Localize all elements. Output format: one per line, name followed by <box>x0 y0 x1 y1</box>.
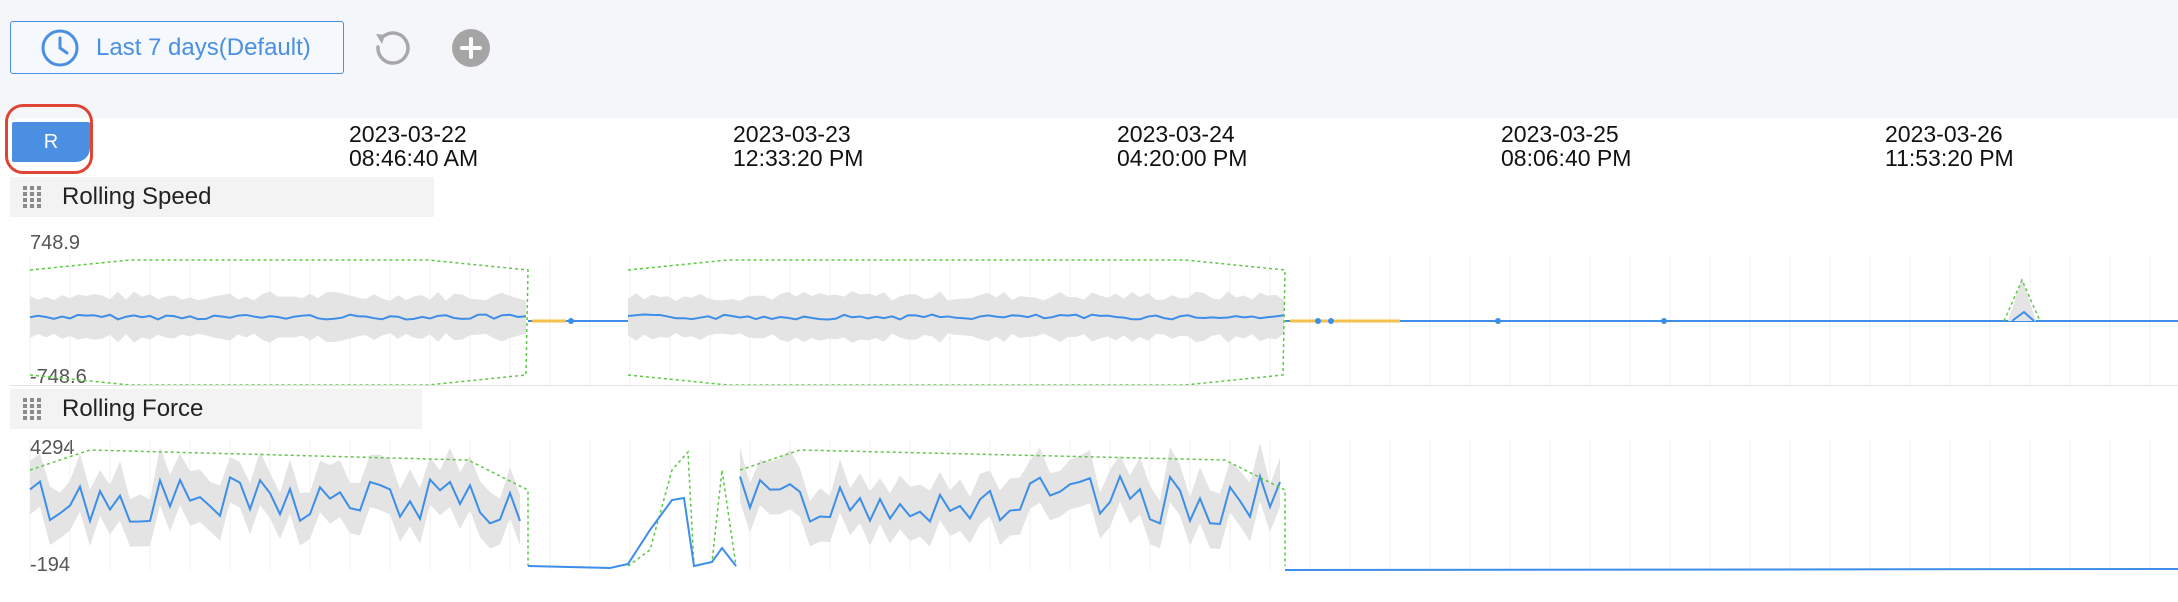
time-label-4: 2023-03-25 08:06:40 PM <box>1501 122 1631 170</box>
add-button[interactable] <box>450 27 492 69</box>
drag-handle-icon[interactable] <box>22 185 42 209</box>
data-point <box>1495 318 1501 324</box>
chart-divider <box>10 385 2178 386</box>
limit-line <box>627 450 737 567</box>
rolling-speed-header: Rolling Speed <box>10 177 434 217</box>
time-range-label: Last 7 days(Default) <box>96 33 311 61</box>
time-label-time: 04:20:00 PM <box>1117 145 1248 171</box>
time-label-3: 2023-03-24 04:20:00 PM <box>1117 122 1247 170</box>
time-label-time: 08:46:40 AM <box>349 145 479 171</box>
data-point <box>1315 318 1321 324</box>
r-button[interactable]: R <box>12 122 90 162</box>
time-label-time: 11:53:20 PM <box>1885 145 2014 171</box>
clock-icon <box>41 29 79 66</box>
data-point <box>568 318 574 324</box>
rolling-force-header: Rolling Force <box>10 389 422 429</box>
drag-handle-icon[interactable] <box>22 397 42 421</box>
series-line <box>1284 568 2178 571</box>
time-label-date: 2023-03-23 <box>733 121 851 147</box>
time-label-time: 12:33:20 PM <box>733 145 864 171</box>
time-label-date: 2023-03-22 <box>349 121 467 147</box>
time-range-button[interactable]: Last 7 days(Default) <box>10 21 344 74</box>
refresh-button[interactable] <box>370 27 412 69</box>
time-label-5: 2023-03-26 11:53:20 PM <box>1885 122 2014 170</box>
time-label-time: 08:06:40 PM <box>1501 145 1632 171</box>
rolling-speed-chart[interactable] <box>0 240 2178 390</box>
time-label-2: 2023-03-23 12:33:20 PM <box>733 122 863 170</box>
data-point <box>1328 318 1334 324</box>
toolbar: Last 7 days(Default) <box>0 0 2178 118</box>
add-icon <box>452 29 490 67</box>
time-label-date: 2023-03-25 <box>1501 121 1619 147</box>
rolling-force-chart[interactable] <box>0 430 2178 602</box>
refresh-icon <box>376 31 410 65</box>
series-line <box>527 496 737 570</box>
time-label-date: 2023-03-26 <box>1885 121 2003 147</box>
chart-title: Rolling Speed <box>62 183 212 210</box>
data-point <box>1661 318 1667 324</box>
time-label-1: 2023-03-22 08:46:40 AM <box>349 122 478 170</box>
time-label-date: 2023-03-24 <box>1117 121 1235 147</box>
chart-title: Rolling Force <box>62 395 204 422</box>
